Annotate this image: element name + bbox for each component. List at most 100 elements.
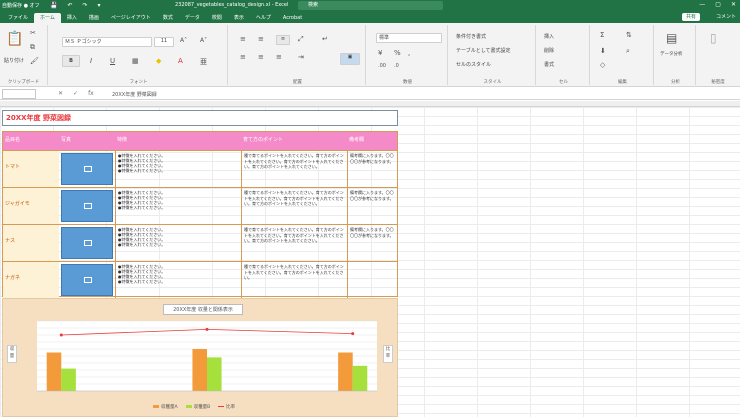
- points-cell[interactable]: 種で育てるポイントを入れてください。育て方のポイントを入れてください。育て方のポ…: [241, 188, 347, 224]
- item-name-cell[interactable]: ナス: [3, 225, 59, 261]
- align-middle-icon[interactable]: ≡: [258, 35, 264, 43]
- minimize-icon[interactable]: —: [699, 1, 705, 8]
- tab-home[interactable]: ホーム: [34, 13, 61, 23]
- features-cell[interactable]: ●特徴を入れてください。 ●特徴を入れてください。 ●特徴を入れてください。 ●…: [115, 151, 241, 187]
- italic-icon[interactable]: I: [90, 57, 92, 65]
- font-name-select[interactable]: ＭＳ Ｐゴシック: [62, 37, 152, 47]
- indent-icon[interactable]: ⇥: [298, 53, 304, 61]
- find-icon[interactable]: ⌕: [626, 47, 630, 56]
- redo-icon[interactable]: ↷: [83, 2, 88, 9]
- photo-placeholder[interactable]: [61, 190, 113, 222]
- tab-help[interactable]: ヘルプ: [250, 13, 277, 23]
- cut-icon[interactable]: ✂: [30, 29, 36, 37]
- tab-view[interactable]: 表示: [228, 13, 250, 23]
- currency-icon[interactable]: ¥: [378, 49, 382, 57]
- underline-icon[interactable]: U: [110, 57, 115, 65]
- photo-placeholder[interactable]: [61, 153, 113, 185]
- note-cell[interactable]: 備考欄に入ります。〇〇〇〇が参考になります。: [347, 151, 397, 187]
- font-grow-icon[interactable]: A˄: [180, 37, 187, 44]
- tab-insert[interactable]: 挿入: [61, 13, 83, 23]
- copy-icon[interactable]: ⧉: [30, 43, 35, 52]
- wrap-text-icon[interactable]: ↵: [322, 35, 328, 43]
- delete-cells-button[interactable]: 削除: [544, 47, 554, 54]
- format-painter-icon[interactable]: 🖌: [30, 57, 39, 65]
- search-box[interactable]: 検索: [298, 1, 443, 10]
- align-top-icon[interactable]: ≡: [240, 35, 246, 43]
- tab-review[interactable]: 校閲: [206, 13, 228, 23]
- autosum-icon[interactable]: Σ: [600, 31, 604, 39]
- sort-filter-icon[interactable]: ⇅: [626, 31, 632, 39]
- enter-icon[interactable]: ✓: [73, 90, 78, 97]
- font-color-icon[interactable]: A: [178, 57, 183, 65]
- insert-function-icon[interactable]: fx: [88, 90, 94, 97]
- save-icon[interactable]: 💾: [50, 2, 57, 9]
- percent-icon[interactable]: %: [394, 49, 401, 57]
- chart-title[interactable]: 20XX年度 収量と関係表示: [163, 304, 243, 315]
- maximize-icon[interactable]: ▢: [715, 1, 721, 8]
- format-cells-button[interactable]: 書式: [544, 61, 554, 68]
- tab-formulas[interactable]: 数式: [157, 13, 179, 23]
- decrease-decimal-icon[interactable]: .0: [394, 63, 399, 69]
- number-format-select[interactable]: 標準: [376, 33, 442, 43]
- chart-legend[interactable]: 収穫量A 収穫量B 比率: [153, 404, 235, 410]
- y-axis-left-label[interactable]: 収量: [7, 345, 17, 363]
- yield-chart[interactable]: 20XX年度 収量と関係表示 収量 比率 収穫量A 収穫量B 比率: [2, 298, 398, 417]
- tab-draw[interactable]: 描画: [83, 13, 105, 23]
- font-shrink-icon[interactable]: A˅: [200, 37, 207, 44]
- tab-acrobat[interactable]: Acrobat: [277, 13, 308, 23]
- share-button[interactable]: 共有: [681, 13, 700, 21]
- item-name-cell[interactable]: トマト: [3, 151, 59, 187]
- y-axis-right-label[interactable]: 比率: [383, 345, 393, 363]
- item-name-cell[interactable]: ジャガイモ: [3, 188, 59, 224]
- item-name-cell[interactable]: ナガネ: [3, 262, 59, 298]
- paste-icon[interactable]: 📋: [6, 31, 23, 47]
- header-note[interactable]: 備考欄: [347, 132, 397, 150]
- cell-styles-button[interactable]: セルのスタイル: [456, 61, 491, 68]
- photo-placeholder[interactable]: [61, 264, 113, 296]
- points-cell[interactable]: 種で育てるポイントを入れてください。育て方のポイントを入れてください。育て方のポ…: [241, 225, 347, 261]
- orientation-icon[interactable]: ⤢: [298, 35, 304, 44]
- qat-more-icon[interactable]: ▾: [98, 2, 101, 9]
- cancel-icon[interactable]: ✕: [58, 90, 63, 97]
- format-as-table-button[interactable]: テーブルとして書式設定: [456, 47, 511, 54]
- points-cell[interactable]: 種で育てるポイントを入れてください。育て方のポイントを入れてください。育て方のポ…: [241, 262, 347, 298]
- data-analysis-button[interactable]: データ分析: [660, 51, 683, 57]
- header-points[interactable]: 育て方のポイント: [241, 132, 347, 150]
- increase-decimal-icon[interactable]: .00: [378, 63, 386, 69]
- fill-icon[interactable]: ⬇: [600, 47, 606, 55]
- clear-icon[interactable]: ◇: [600, 61, 605, 69]
- sensitivity-icon[interactable]: ▯: [710, 31, 717, 45]
- border-icon[interactable]: ▦: [132, 57, 139, 65]
- bold-button[interactable]: B: [62, 55, 80, 67]
- note-cell[interactable]: 備考欄に入ります。〇〇〇〇が参考になります。: [347, 188, 397, 224]
- comma-icon[interactable]: ,: [408, 49, 410, 57]
- tab-data[interactable]: データ: [179, 13, 206, 23]
- formula-input[interactable]: 20XX年度 野菜図録: [112, 91, 157, 98]
- name-box[interactable]: [2, 89, 36, 99]
- features-cell[interactable]: ●特徴を入れてください。 ●特徴を入れてください。 ●特徴を入れてください。 ●…: [115, 262, 241, 298]
- note-cell[interactable]: [347, 262, 397, 298]
- features-cell[interactable]: ●特徴を入れてください。 ●特徴を入れてください。 ●特徴を入れてください。 ●…: [115, 188, 241, 224]
- paste-label[interactable]: 貼り付け: [4, 57, 24, 64]
- note-cell[interactable]: 備考欄に入ります。〇〇〇〇が参考になります。: [347, 225, 397, 261]
- header-features[interactable]: 特徴: [115, 132, 241, 150]
- undo-icon[interactable]: ↶: [67, 2, 72, 9]
- phonetic-icon[interactable]: 亜: [200, 57, 207, 67]
- header-photo[interactable]: 写真: [59, 132, 115, 150]
- tab-file[interactable]: ファイル: [2, 13, 34, 23]
- align-bottom-button[interactable]: ≡: [276, 35, 290, 45]
- fill-color-icon[interactable]: ◆: [156, 57, 161, 65]
- photo-placeholder[interactable]: [61, 227, 113, 259]
- merge-center-button[interactable]: ▣: [340, 53, 360, 65]
- conditional-format-button[interactable]: 条件付き書式: [456, 33, 486, 40]
- align-left-icon[interactable]: ≡: [240, 53, 246, 61]
- insert-cells-button[interactable]: 挿入: [544, 33, 554, 40]
- sheet-title-cell[interactable]: 20XX年度 野菜図録: [2, 110, 398, 126]
- comment-button[interactable]: コメント: [716, 13, 736, 20]
- align-right-icon[interactable]: ≡: [276, 53, 282, 61]
- font-size-select[interactable]: 11: [154, 37, 174, 47]
- points-cell[interactable]: 種で育てるポイントを入れてください。育て方のポイントを入れてください。育て方のポ…: [241, 151, 347, 187]
- features-cell[interactable]: ●特徴を入れてください。 ●特徴を入れてください。 ●特徴を入れてください。 ●…: [115, 225, 241, 261]
- tab-page-layout[interactable]: ページレイアウト: [105, 13, 157, 23]
- data-analysis-icon[interactable]: ▤: [666, 31, 677, 45]
